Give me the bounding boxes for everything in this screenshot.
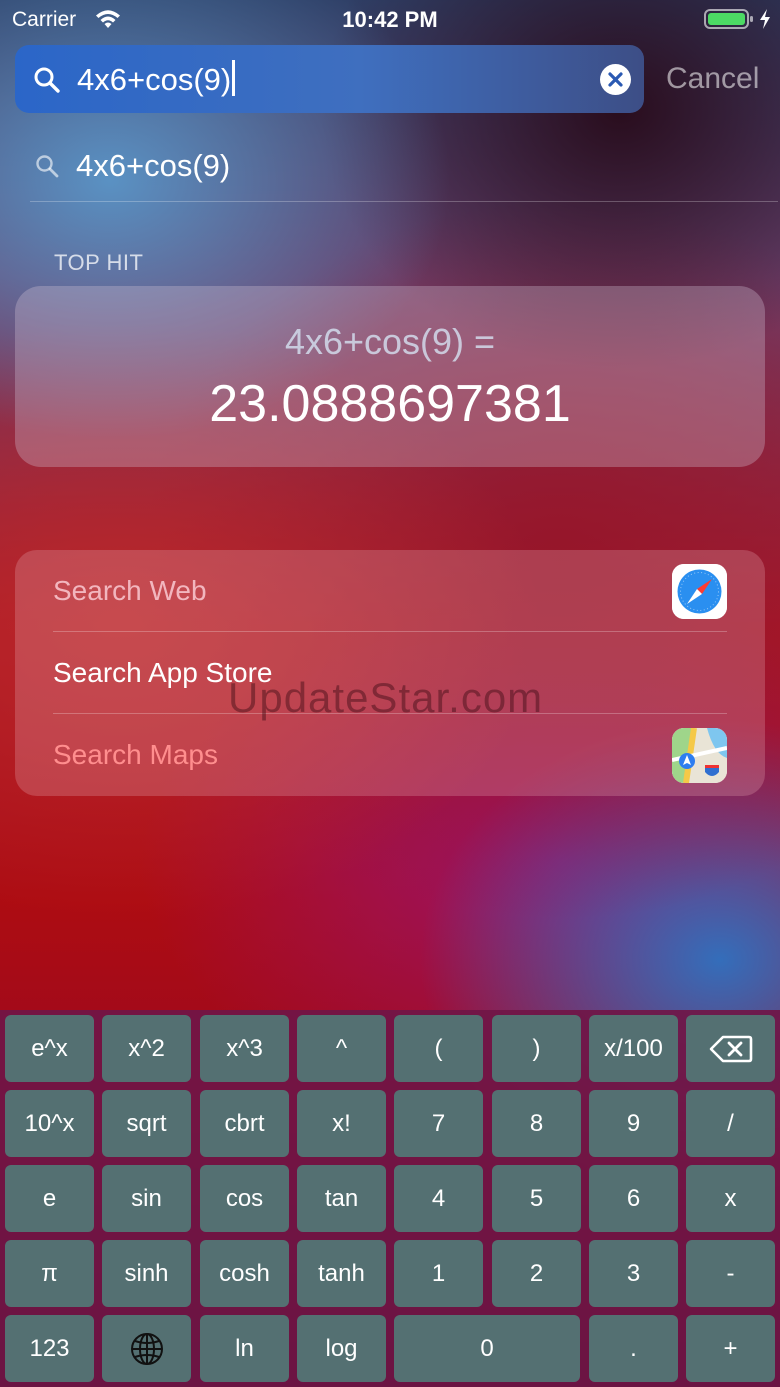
watermark: UpdateStar.com [228, 674, 544, 721]
key-multiply[interactable]: x [686, 1165, 775, 1232]
backspace-icon [709, 1035, 752, 1062]
clear-search-button[interactable] [600, 64, 631, 95]
search-maps-row[interactable]: Search Maps [53, 714, 727, 796]
key-sin[interactable]: sin [102, 1165, 191, 1232]
key-sinh[interactable]: sinh [102, 1240, 191, 1307]
search-field[interactable]: 4x6+cos(9) [15, 45, 644, 113]
text-cursor [232, 60, 236, 96]
suggestion-text: 4x6+cos(9) [76, 148, 231, 183]
key-backspace[interactable] [686, 1015, 775, 1082]
key-close-paren[interactable]: ) [492, 1015, 581, 1082]
key-pi[interactable]: π [5, 1240, 94, 1307]
calc-expression: 4x6+cos(9) = [284, 321, 496, 362]
calculator-result-card[interactable]: 4x6+cos(9) = 23.0888697381 [15, 286, 765, 467]
calc-result: 23.0888697381 [209, 375, 571, 433]
close-icon [608, 72, 623, 87]
search-web-label: Search Web [53, 575, 207, 606]
cancel-button[interactable]: Cancel [666, 62, 759, 96]
key-5[interactable]: 5 [492, 1165, 581, 1232]
status-bar: Carrier 10:42 PM [0, 0, 780, 40]
key-9[interactable]: 9 [589, 1090, 678, 1157]
key-123[interactable]: 123 [5, 1315, 94, 1382]
key-percent[interactable]: x/100 [589, 1015, 678, 1082]
key-sqrt[interactable]: sqrt [102, 1090, 191, 1157]
key-8[interactable]: 8 [492, 1090, 581, 1157]
key-7[interactable]: 7 [394, 1090, 483, 1157]
key-e[interactable]: e [5, 1165, 94, 1232]
search-icon [34, 67, 60, 93]
search-actions-card: Search Web Search App Store Search Maps [15, 550, 765, 796]
key-6[interactable]: 6 [589, 1165, 678, 1232]
key-plus[interactable]: + [686, 1315, 775, 1382]
key-4[interactable]: 4 [394, 1165, 483, 1232]
search-input[interactable]: 4x6+cos(9) [77, 60, 236, 98]
key-tanh[interactable]: tanh [297, 1240, 386, 1307]
top-hit-header: TOP HIT [54, 250, 144, 275]
maps-icon [672, 728, 727, 783]
key-x-cubed[interactable]: x^3 [200, 1015, 289, 1082]
key-1[interactable]: 1 [394, 1240, 483, 1307]
search-icon [36, 155, 59, 178]
key-cos[interactable]: cos [200, 1165, 289, 1232]
calculator-keyboard: e^x x^2 x^3 ^ ( ) x/100 10^x sqrt cbrt x… [0, 1010, 780, 1387]
key-cbrt[interactable]: cbrt [200, 1090, 289, 1157]
safari-icon [672, 564, 727, 619]
key-x-squared[interactable]: x^2 [102, 1015, 191, 1082]
search-maps-label: Search Maps [53, 739, 218, 770]
key-divide[interactable]: / [686, 1090, 775, 1157]
key-open-paren[interactable]: ( [394, 1015, 483, 1082]
key-3[interactable]: 3 [589, 1240, 678, 1307]
key-globe[interactable] [102, 1315, 191, 1382]
globe-icon [130, 1332, 163, 1365]
charging-icon [760, 9, 770, 29]
key-0[interactable]: 0 [394, 1315, 580, 1382]
key-e-power-x[interactable]: e^x [5, 1015, 94, 1082]
key-decimal[interactable]: . [589, 1315, 678, 1382]
search-suggestion[interactable]: 4x6+cos(9) [30, 130, 778, 202]
search-query-text: 4x6+cos(9) [77, 62, 232, 97]
key-tan[interactable]: tan [297, 1165, 386, 1232]
search-web-row[interactable]: Search Web [53, 550, 727, 632]
key-log[interactable]: log [297, 1315, 386, 1382]
key-ten-power-x[interactable]: 10^x [5, 1090, 94, 1157]
key-cosh[interactable]: cosh [200, 1240, 289, 1307]
key-minus[interactable]: - [686, 1240, 775, 1307]
key-2[interactable]: 2 [492, 1240, 581, 1307]
key-factorial[interactable]: x! [297, 1090, 386, 1157]
key-power[interactable]: ^ [297, 1015, 386, 1082]
clock: 10:42 PM [342, 7, 438, 32]
key-ln[interactable]: ln [200, 1315, 289, 1382]
battery-icon [704, 9, 753, 29]
